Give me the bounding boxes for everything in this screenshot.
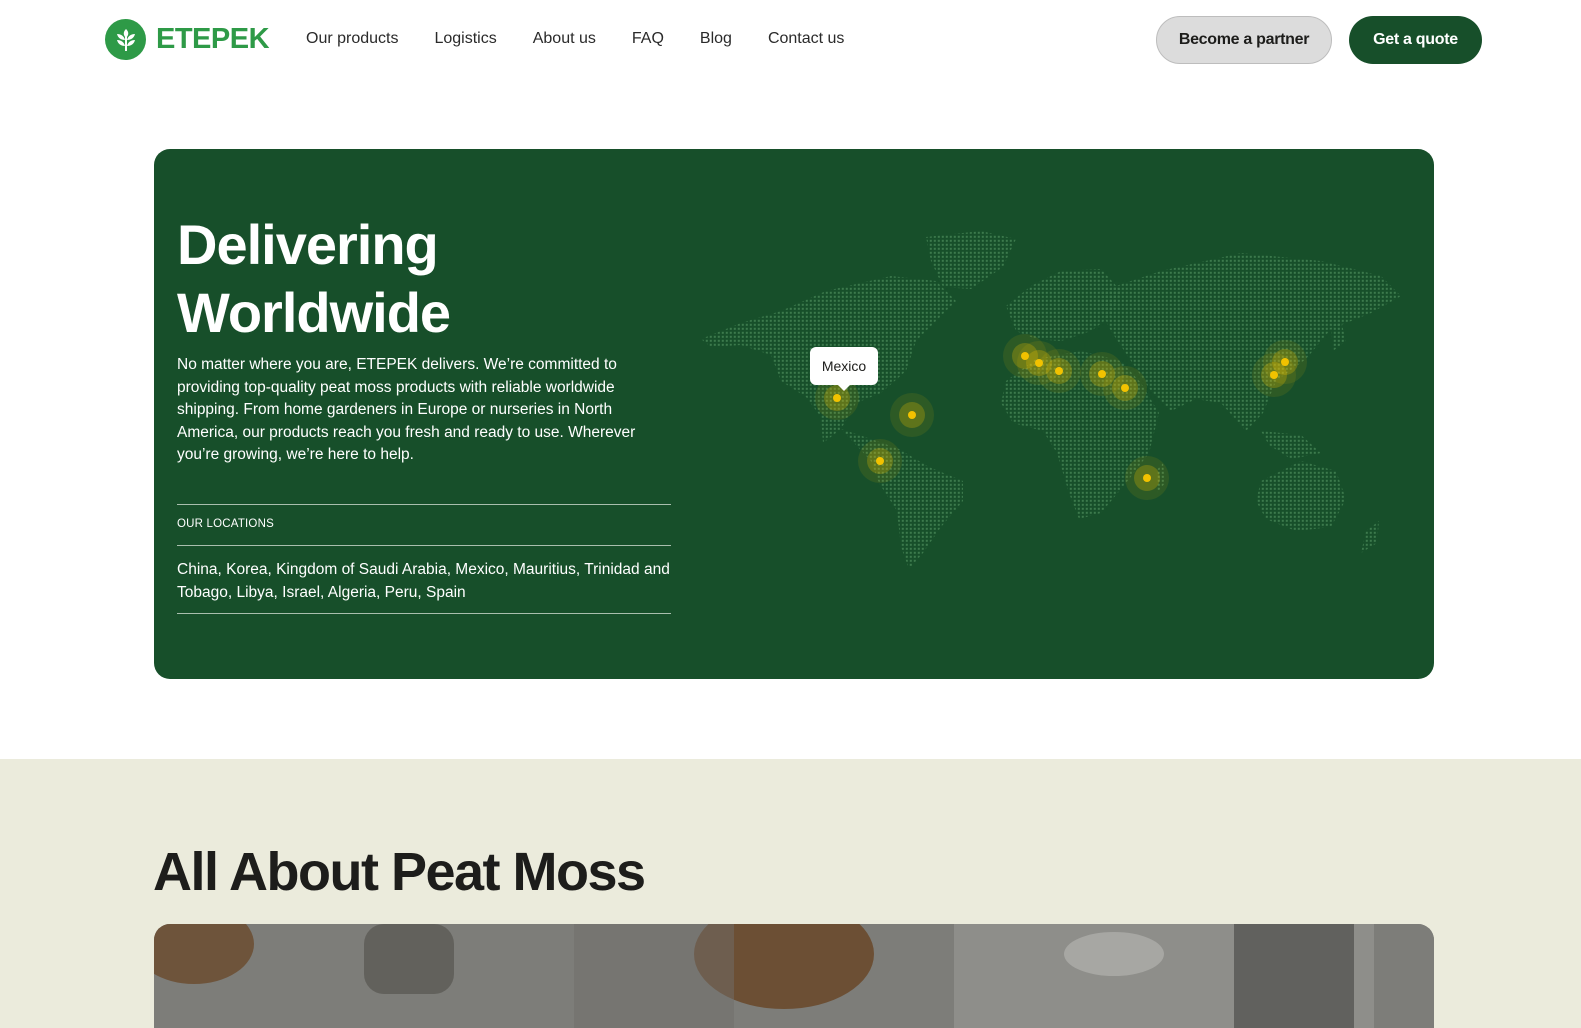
peat-section-title: All About Peat Moss xyxy=(153,842,646,902)
logo-text: ETEPEK xyxy=(156,23,270,55)
get-quote-button[interactable]: Get a quote xyxy=(1349,16,1482,64)
nav-faq[interactable]: FAQ xyxy=(632,30,664,48)
marker-peru[interactable] xyxy=(858,439,902,483)
delivering-worldwide-card: Delivering Worldwide No matter where you… xyxy=(154,149,1434,679)
marker-china[interactable] xyxy=(1252,353,1296,397)
hero-description: No matter where you are, ETEPEK delivers… xyxy=(177,356,636,463)
leaf-logo-icon xyxy=(105,19,146,60)
marker-trinidad-and-tobago[interactable] xyxy=(890,393,934,437)
continents xyxy=(701,231,1401,569)
become-partner-button[interactable]: Become a partner xyxy=(1156,16,1332,64)
peat-moss-image xyxy=(154,924,1434,1028)
divider xyxy=(177,613,671,614)
nav-blog[interactable]: Blog xyxy=(700,30,732,48)
nav-about-us[interactable]: About us xyxy=(533,30,596,48)
nav-logistics[interactable]: Logistics xyxy=(434,30,496,48)
marker-libya[interactable] xyxy=(1037,349,1081,393)
marker-saudi-arabia[interactable] xyxy=(1103,366,1147,410)
map-tooltip: Mexico xyxy=(810,347,878,391)
marker-mauritius[interactable] xyxy=(1125,456,1169,500)
peat-moss-section: All About Peat Moss xyxy=(0,759,1581,1028)
hero-title: Delivering Worldwide xyxy=(177,211,597,347)
locations-label: OUR LOCATIONS xyxy=(177,518,274,530)
divider xyxy=(177,545,671,546)
divider xyxy=(177,504,671,505)
hero-title-line1: Delivering xyxy=(177,213,439,276)
nav-our-products[interactable]: Our products xyxy=(306,30,398,48)
world-map xyxy=(701,231,1401,569)
site-header: ETEPEK Our products Logistics About us F… xyxy=(0,0,1581,80)
main-nav: Our products Logistics About us FAQ Blog… xyxy=(306,30,880,48)
hero-title-line2: Worldwide xyxy=(177,281,451,344)
locations-list: China, Korea, Kingdom of Saudi Arabia, M… xyxy=(177,561,670,601)
logo[interactable]: ETEPEK xyxy=(105,19,270,60)
nav-contact-us[interactable]: Contact us xyxy=(768,30,844,48)
